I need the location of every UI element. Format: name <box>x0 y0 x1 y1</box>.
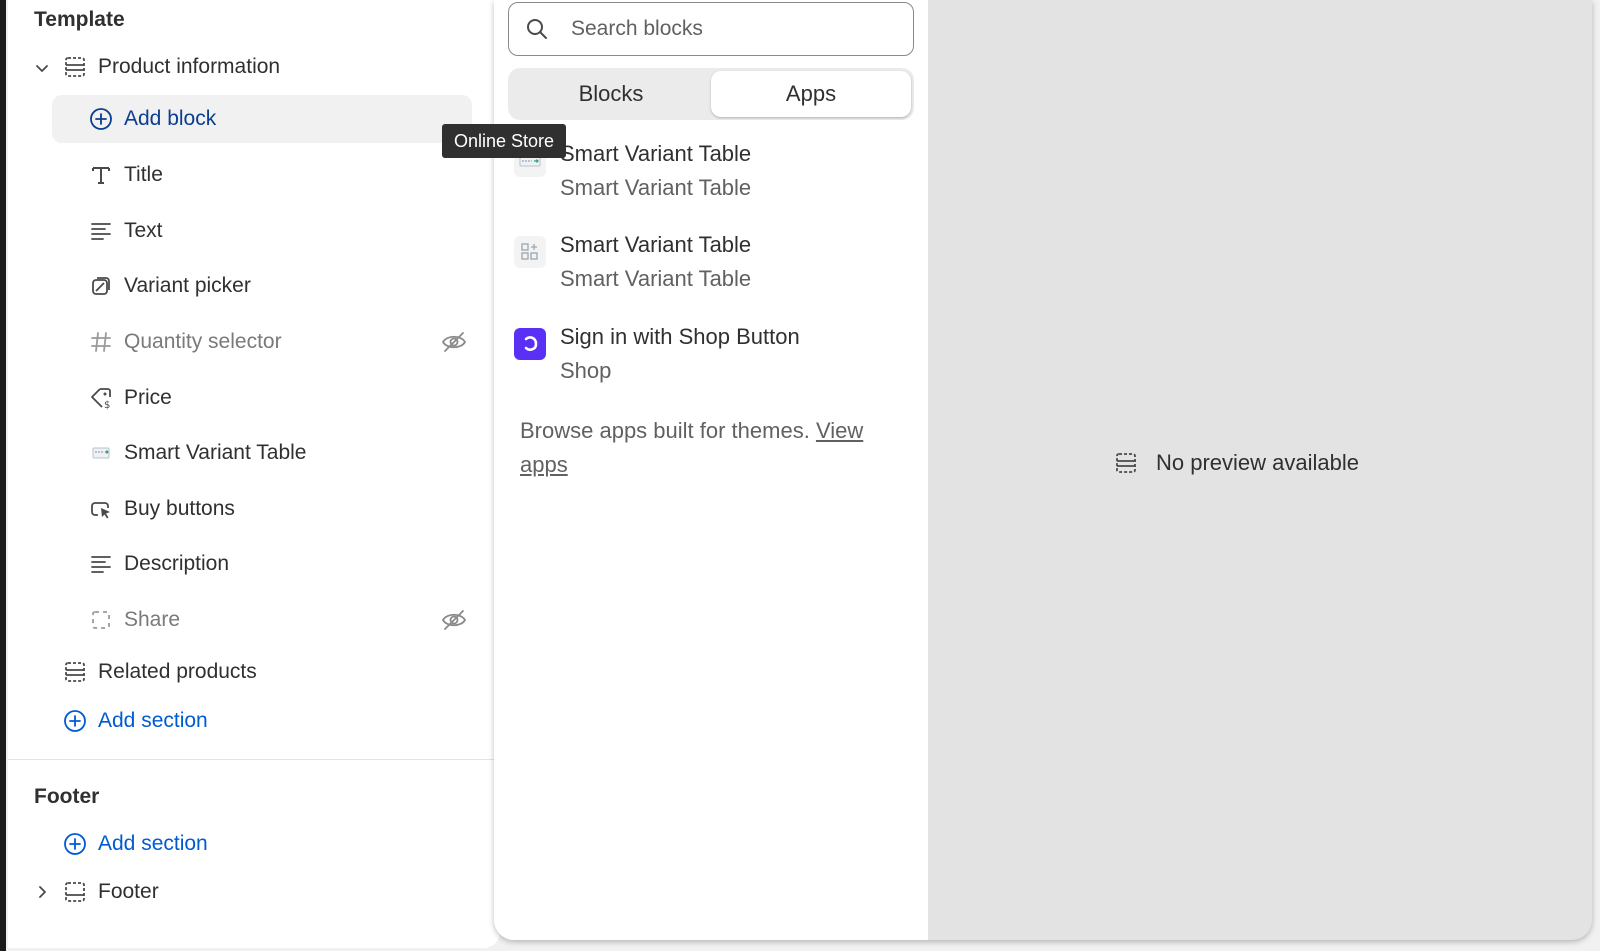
block-variant-picker[interactable]: Variant picker <box>88 262 468 310</box>
tab-apps[interactable]: Apps <box>711 71 911 117</box>
chevron-right-icon[interactable] <box>32 882 52 902</box>
app-grid-icon <box>514 236 546 268</box>
block-label: Price <box>124 386 172 409</box>
block-label: Share <box>124 608 181 631</box>
preview-empty-state: No preview available <box>1114 450 1359 476</box>
section-label: Footer <box>98 880 159 903</box>
plus-circle-icon <box>88 106 114 132</box>
block-label: Buy buttons <box>124 497 235 520</box>
chevron-down-icon[interactable] <box>32 58 52 78</box>
text-icon <box>88 218 114 244</box>
search-icon <box>525 16 551 42</box>
section-related-products[interactable]: Related products <box>62 648 472 696</box>
add-block-button[interactable]: Add block <box>52 95 472 143</box>
svg-text:$: $ <box>104 400 110 410</box>
block-smart-variant-table[interactable]: Smart Variant Table <box>88 429 468 477</box>
template-heading: Template <box>34 8 125 31</box>
block-label: Quantity selector <box>124 330 282 353</box>
app-block-name: Sign in with Shop Button <box>560 324 800 349</box>
add-section-button[interactable]: Add section <box>62 697 472 745</box>
app-block-name: Smart Variant Table <box>560 141 752 166</box>
hash-icon <box>88 329 114 355</box>
app-vendor: Shop <box>560 358 612 383</box>
picker-tabs: Blocks Apps <box>508 68 914 120</box>
shop-logo-icon <box>514 328 546 360</box>
title-icon <box>88 162 114 188</box>
block-label: Smart Variant Table <box>124 441 307 464</box>
footer-section-icon <box>62 879 88 905</box>
app-block-name: Smart Variant Table <box>560 232 752 257</box>
variant-picker-icon <box>88 273 114 299</box>
app-vendor: Smart Variant Table <box>560 175 752 200</box>
footer-heading: Footer <box>34 785 100 808</box>
block-label: Variant picker <box>124 274 251 297</box>
section-label: Product information <box>98 55 281 78</box>
app-vendor: Smart Variant Table <box>560 266 752 291</box>
search-placeholder: Search blocks <box>571 17 703 40</box>
add-section-label: Add section <box>98 709 208 732</box>
tooltip: Online Store <box>442 124 567 158</box>
block-title[interactable]: Title <box>88 151 468 199</box>
app-block-icon <box>88 440 114 466</box>
preview-empty-label: No preview available <box>1156 450 1359 475</box>
block-label: Text <box>124 219 163 242</box>
price-tag-icon: $ <box>88 385 114 411</box>
app-block-item[interactable]: Smart Variant Table Smart Variant Table <box>514 141 914 221</box>
browse-apps-label: Browse apps built for themes. <box>520 418 810 443</box>
eye-hidden-icon[interactable] <box>440 328 468 356</box>
plus-circle-icon <box>62 708 88 734</box>
add-section-label: Add section <box>98 832 208 855</box>
block-buy-buttons[interactable]: Buy buttons <box>88 485 468 533</box>
block-label: Title <box>124 163 163 186</box>
browse-apps-text: Browse apps built for themes. View apps <box>520 414 900 482</box>
section-icon <box>62 659 88 685</box>
sidebar: Template Product information Add block T… <box>8 0 500 948</box>
block-description[interactable]: Description <box>88 540 468 588</box>
share-icon <box>88 607 114 633</box>
section-icon <box>1114 450 1140 476</box>
eye-hidden-icon[interactable] <box>440 606 468 634</box>
add-block-label: Add block <box>124 107 217 130</box>
section-label: Related products <box>98 660 257 683</box>
block-picker-popover: Search blocks Blocks Apps Smart Variant … <box>494 0 1592 940</box>
buy-buttons-icon <box>88 496 114 522</box>
app-block-item[interactable]: Smart Variant Table Smart Variant Table <box>514 232 914 312</box>
block-price[interactable]: $ Price <box>88 374 468 422</box>
block-text[interactable]: Text <box>88 207 468 255</box>
add-section-button[interactable]: Add section <box>62 820 472 868</box>
block-label: Description <box>124 552 230 575</box>
plus-circle-icon <box>62 831 88 857</box>
section-product-information[interactable]: Product information <box>62 43 482 91</box>
block-quantity-selector[interactable]: Quantity selector <box>88 318 468 366</box>
search-field[interactable]: Search blocks <box>508 2 914 56</box>
text-icon <box>88 551 114 577</box>
section-footer[interactable]: Footer <box>62 868 472 916</box>
tab-blocks[interactable]: Blocks <box>511 71 711 117</box>
divider <box>8 759 500 760</box>
block-share[interactable]: Share <box>88 596 468 644</box>
section-icon <box>62 54 88 80</box>
app-block-item[interactable]: Sign in with Shop Button Shop <box>514 324 914 404</box>
